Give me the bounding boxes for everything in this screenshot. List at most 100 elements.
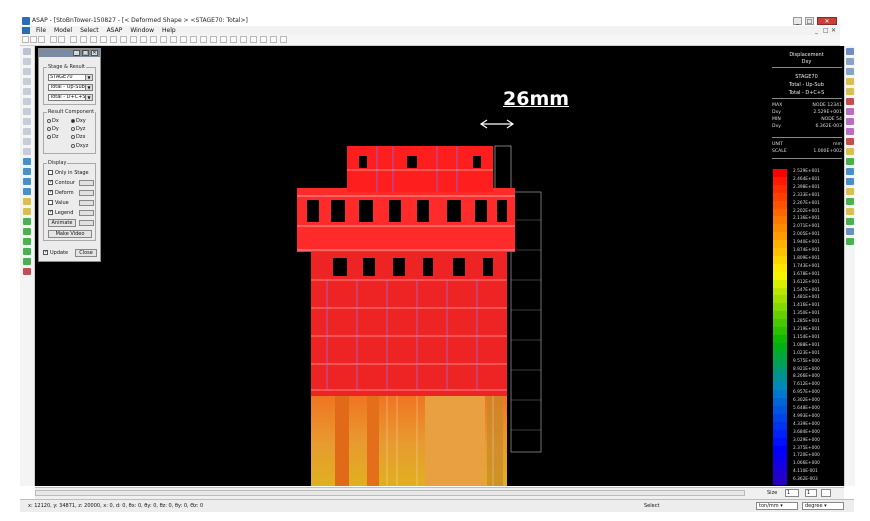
zoom-out-icon[interactable] [846, 68, 854, 75]
redraw-icon[interactable] [260, 36, 267, 43]
support-icon[interactable] [23, 208, 31, 215]
view-right-icon[interactable] [140, 36, 147, 43]
elevation-view-icon[interactable] [23, 168, 31, 175]
fit-icon[interactable] [846, 78, 854, 85]
total-select[interactable]: Total - D+C+S ▼ [48, 94, 93, 101]
view-xy-icon[interactable] [80, 36, 87, 43]
radio-dz[interactable]: Dz [47, 134, 58, 140]
view-top-icon[interactable] [150, 36, 157, 43]
page-input[interactable]: 1 [805, 489, 817, 497]
contour-icon[interactable] [23, 248, 31, 255]
menu-file[interactable]: File [32, 26, 50, 35]
radio-dx[interactable]: Dx [47, 118, 59, 124]
plan-view-icon[interactable] [23, 158, 31, 165]
color-icon[interactable] [846, 158, 854, 165]
view-left-icon[interactable] [130, 36, 137, 43]
panel-maximize-button[interactable]: □ [82, 50, 89, 56]
panel-title-bar[interactable]: _ □ ✕ [39, 49, 100, 57]
menu-help[interactable]: Help [158, 26, 180, 35]
measure-tool-icon[interactable] [23, 148, 31, 155]
mdi-close-button[interactable]: ✕ [831, 27, 836, 34]
load-icon[interactable] [23, 198, 31, 205]
group-icon[interactable] [846, 108, 854, 115]
open-file-icon[interactable] [30, 36, 37, 43]
select-tool-icon[interactable] [23, 48, 31, 55]
wireframe-icon[interactable] [230, 36, 237, 43]
element-tool-icon[interactable] [23, 68, 31, 75]
help-icon[interactable] [846, 228, 854, 235]
new-file-icon[interactable] [22, 36, 29, 43]
legend-option-button[interactable] [79, 210, 94, 216]
horizontal-scrollbar[interactable] [35, 490, 745, 496]
radio-dyz[interactable]: Dyz [71, 126, 85, 132]
close-button[interactable]: ✕ [817, 17, 837, 25]
warning-icon[interactable] [846, 208, 854, 215]
view-back-icon[interactable] [120, 36, 127, 43]
maximize-button[interactable]: □ [805, 17, 814, 25]
panel-minimize-button[interactable]: _ [73, 50, 80, 56]
copy-tool-icon[interactable] [23, 88, 31, 95]
radio-dy[interactable]: Dy [47, 126, 59, 132]
update-checkbox[interactable]: ✓ Update [43, 250, 68, 256]
mdi-restore-button[interactable]: □ [823, 27, 829, 34]
model-viewport[interactable]: _ □ ✕ Stage & Result STAGE70 ▼ Total - Up… [35, 46, 844, 486]
section-view-icon[interactable] [23, 178, 31, 185]
zoom-icon[interactable] [190, 36, 197, 43]
light-icon[interactable] [846, 148, 854, 155]
angle-unit-select[interactable]: degree ▾ [802, 502, 844, 510]
size-input[interactable]: 1 [785, 489, 799, 497]
cursor-icon[interactable] [846, 48, 854, 55]
deform-checkbox[interactable]: ✓ Deform [48, 190, 74, 196]
snapshot-icon[interactable] [846, 88, 854, 95]
perspective-icon[interactable] [250, 36, 257, 43]
menu-window[interactable]: Window [126, 26, 158, 35]
label-icon[interactable] [846, 128, 854, 135]
menu-select[interactable]: Select [76, 26, 103, 35]
merge-tool-icon[interactable] [23, 128, 31, 135]
panel-close-button[interactable]: ✕ [91, 50, 98, 56]
view-bottom-icon[interactable] [160, 36, 167, 43]
display-option-icon[interactable] [270, 36, 277, 43]
unit-select[interactable]: ton/mm ▾ [756, 502, 798, 510]
animate-button[interactable]: Animate [48, 219, 76, 227]
check-icon[interactable] [846, 198, 854, 205]
menu-model[interactable]: Model [50, 26, 76, 35]
print-icon[interactable] [50, 36, 57, 43]
node-tool-icon[interactable] [23, 58, 31, 65]
view-xz-icon[interactable] [90, 36, 97, 43]
graph-icon[interactable] [846, 178, 854, 185]
move-tool-icon[interactable] [23, 78, 31, 85]
stepper-button[interactable] [821, 489, 831, 497]
pan-icon[interactable] [180, 36, 187, 43]
view-iso-icon[interactable] [70, 36, 77, 43]
contour-checkbox[interactable]: ✓ Contour [48, 180, 75, 186]
only-in-stage-checkbox[interactable]: Only in Stage [48, 170, 89, 176]
radio-dxy[interactable]: Dxy [71, 118, 86, 124]
shade-icon[interactable] [220, 36, 227, 43]
rotate-tool-icon[interactable] [23, 108, 31, 115]
export-icon[interactable] [846, 238, 854, 245]
result-select[interactable]: Total - Up-Sub ▼ [48, 84, 93, 91]
rotate-icon[interactable] [170, 36, 177, 43]
settings-icon[interactable] [846, 188, 854, 195]
minimize-button[interactable]: _ [793, 17, 802, 25]
mirror-tool-icon[interactable] [23, 98, 31, 105]
make-video-button[interactable]: Make Video [48, 230, 92, 238]
stress-icon[interactable] [23, 258, 31, 265]
table-icon[interactable] [846, 168, 854, 175]
view-yz-icon[interactable] [100, 36, 107, 43]
contour-option-button[interactable] [79, 180, 94, 186]
info-icon[interactable] [846, 218, 854, 225]
layer-icon[interactable] [846, 98, 854, 105]
report-icon[interactable] [23, 268, 31, 275]
radio-dxyz[interactable]: Dxyz [71, 143, 88, 149]
hidden-icon[interactable] [240, 36, 247, 43]
animate-option-button[interactable] [79, 220, 94, 226]
deform-icon[interactable] [23, 238, 31, 245]
close-panel-button[interactable]: Close [75, 249, 97, 257]
delete-tool-icon[interactable] [23, 138, 31, 145]
zoom-in-icon[interactable] [846, 58, 854, 65]
result-icon[interactable] [23, 228, 31, 235]
stage-select[interactable]: STAGE70 ▼ [48, 74, 93, 81]
marker-icon[interactable] [846, 138, 854, 145]
